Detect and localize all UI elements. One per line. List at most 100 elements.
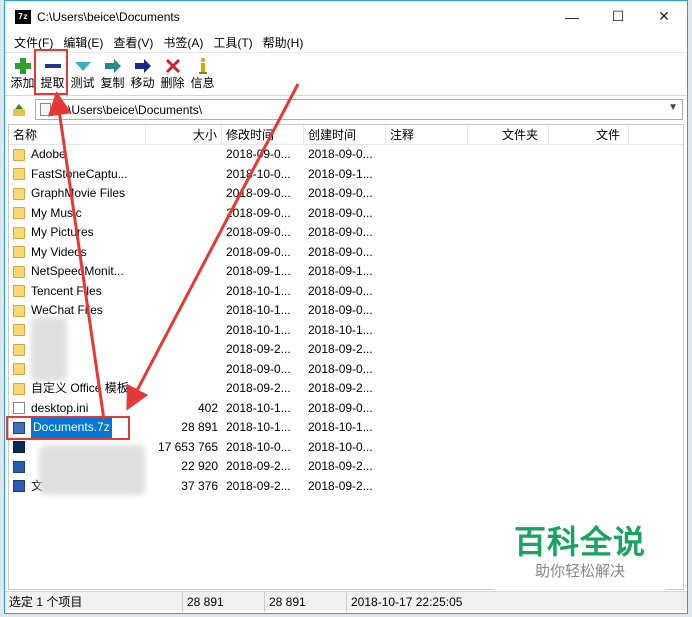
row-created: 2018-09-2... — [308, 459, 373, 473]
table-row[interactable]: WeChat Files 2018-10-1... 2018-09-0... — [9, 301, 683, 321]
row-comment — [386, 165, 468, 185]
minimize-button[interactable]: — — [549, 1, 595, 32]
row-name-cell — [9, 340, 146, 360]
info-button[interactable]: 信息 — [188, 56, 217, 90]
row-name-cell: My Music — [9, 204, 146, 224]
delete-button[interactable]: 删除 — [158, 56, 187, 90]
row-folders — [468, 204, 549, 224]
table-row[interactable]: GraphMovie Files 2018-09-0... 2018-09-0... — [9, 184, 683, 204]
row-created: 2018-09-0... — [308, 361, 373, 376]
row-size — [146, 262, 222, 282]
row-name-cell: WeChat Files — [9, 301, 146, 321]
row-folders — [468, 165, 549, 185]
table-row[interactable]: 2018-09-2... 2018-09-2... — [9, 340, 683, 360]
row-modified: 2018-09-2... — [226, 381, 291, 395]
delete-icon — [164, 56, 182, 76]
row-folders — [468, 184, 549, 204]
row-name: My Music — [31, 205, 82, 220]
row-folders — [468, 340, 549, 360]
row-files — [549, 145, 629, 165]
title-bar[interactable]: 7z C:\Users\beice\Documents — ☐ ✕ — [5, 1, 687, 32]
row-created: 2018-09-0... — [308, 205, 373, 220]
row-folders — [468, 379, 549, 399]
file-list[interactable]: 名称 大小 修改时间 创建时间 注释 文件夹 文件 Adobe 2018-09-0… — [8, 124, 684, 590]
address-bar: C:\Users\beice\Documents\ ▼ — [5, 97, 687, 122]
menu-bar: 文件(F) 编辑(E) 查看(V) 书签(A) 工具(T) 帮助(H) — [5, 32, 687, 52]
column-modified[interactable]: 修改时间 — [222, 125, 304, 145]
copy-button[interactable]: 复制 — [98, 56, 127, 90]
column-size[interactable]: 大小 — [146, 125, 222, 145]
row-created: 2018-09-0... — [308, 225, 373, 239]
row-folders — [468, 301, 549, 321]
folder-icon — [13, 343, 25, 356]
up-folder-button[interactable] — [9, 103, 29, 117]
table-row[interactable]: desktop.ini 402 2018-10-1... 2018-09-0... — [9, 399, 683, 419]
row-modified: 2018-10-0... — [226, 439, 291, 454]
test-button[interactable]: 测试 — [68, 56, 97, 90]
folder-icon — [13, 226, 25, 239]
menu-help[interactable]: 帮助(H) — [258, 34, 309, 51]
add-icon — [14, 56, 32, 76]
table-row[interactable]: 2018-09-0... 2018-09-0... — [9, 360, 683, 380]
row-comment — [386, 243, 468, 263]
status-size: 28 891 — [183, 591, 265, 612]
chevron-down-icon[interactable]: ▼ — [668, 102, 678, 113]
table-row[interactable]: My Videos 2018-09-0... 2018-09-0... — [9, 243, 683, 263]
row-name-cell: My Pictures — [9, 223, 146, 243]
add-button[interactable]: 添加 — [8, 56, 37, 90]
row-modified: 2018-10-1... — [226, 322, 291, 337]
row-files — [549, 223, 629, 243]
row-name: My Pictures — [31, 225, 94, 239]
path-text: C:\Users\beice\Documents\ — [56, 102, 203, 117]
column-created[interactable]: 创建时间 — [304, 125, 386, 145]
row-name-cell: Tencent Files — [9, 282, 146, 302]
menu-edit[interactable]: 编辑(E) — [58, 34, 108, 51]
table-row[interactable]: My Music 2018-09-0... 2018-09-0... — [9, 204, 683, 224]
row-size — [146, 321, 222, 341]
row-created: 2018-09-2... — [308, 478, 373, 493]
7zip-app-icon: 7z — [15, 9, 31, 24]
move-button[interactable]: 移动 — [128, 56, 157, 90]
status-selection: 选定 1 个项目 — [5, 591, 183, 612]
column-folders[interactable]: 文件夹 — [468, 125, 549, 145]
redacted-region — [31, 317, 67, 381]
row-comment — [386, 223, 468, 243]
table-row[interactable]: FastStoneCaptu... 2018-10-0... 2018-09-1..… — [9, 165, 683, 185]
row-modified: 2018-09-0... — [226, 244, 291, 259]
table-row[interactable]: 2018-10-1... 2018-10-1... — [9, 321, 683, 341]
extract-button[interactable]: 提取 — [38, 56, 67, 90]
status-bar: 选定 1 个项目 28 891 28 891 2018-10-17 22:25:… — [5, 591, 687, 612]
row-folders — [468, 399, 549, 419]
watermark-logo: 百科全说 助你轻松解决 — [494, 522, 666, 590]
menu-bookmarks[interactable]: 书签(A) — [158, 34, 208, 51]
row-size — [146, 184, 222, 204]
column-name[interactable]: 名称 — [9, 125, 146, 145]
menu-file[interactable]: 文件(F) — [9, 34, 58, 51]
row-size — [146, 204, 222, 224]
row-modified: 2018-09-0... — [226, 147, 291, 161]
toolbar: 添加 提取 测试 复制 移动 删除 信息 — [5, 52, 687, 96]
row-created: 2018-10-1... — [308, 322, 373, 337]
table-row[interactable]: Documents.7z 28 891 2018-10-1... 2018-10-1.… — [9, 418, 683, 438]
row-comment — [386, 321, 468, 341]
row-name-cell: NetSpeedMonit... — [9, 262, 146, 282]
move-icon — [134, 56, 152, 76]
close-button[interactable]: ✕ — [641, 1, 687, 32]
word-document-icon — [13, 460, 25, 473]
row-size — [146, 301, 222, 321]
column-files[interactable]: 文件 — [549, 125, 629, 145]
path-combobox[interactable]: C:\Users\beice\Documents\ ▼ — [35, 99, 683, 120]
row-size: 22 920 — [181, 459, 218, 473]
table-row[interactable]: 自定义 Office 模板 2018-09-2... 2018-09-2... — [9, 379, 683, 399]
row-modified: 2018-10-1... — [226, 303, 291, 317]
table-row[interactable]: My Pictures 2018-09-0... 2018-09-0... — [9, 223, 683, 243]
table-row[interactable]: Adobe 2018-09-0... 2018-09-0... — [9, 145, 683, 165]
table-row[interactable]: NetSpeedMonit... 2018-09-1... 2018-09-1... — [9, 262, 683, 282]
table-row[interactable]: Tencent Files 2018-10-1... 2018-09-0... — [9, 282, 683, 302]
column-comment[interactable]: 注释 — [386, 125, 468, 145]
row-comment — [386, 184, 468, 204]
menu-view[interactable]: 查看(V) — [108, 34, 158, 51]
row-modified: 2018-09-0... — [226, 205, 291, 220]
menu-tools[interactable]: 工具(T) — [208, 34, 257, 51]
maximize-button[interactable]: ☐ — [595, 1, 641, 32]
